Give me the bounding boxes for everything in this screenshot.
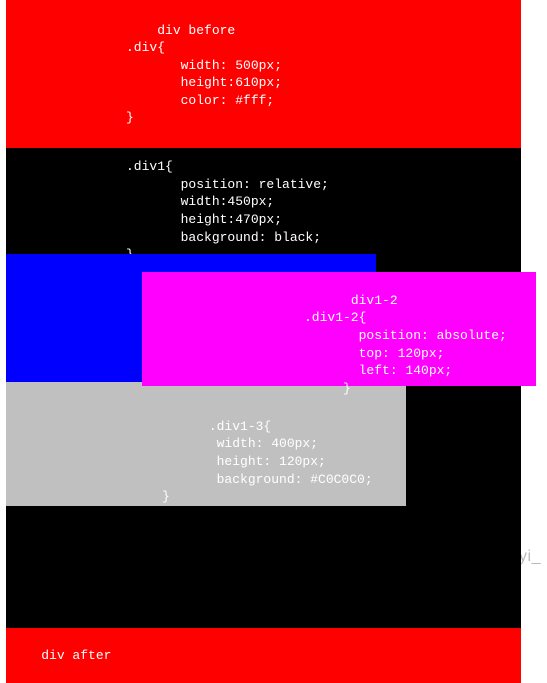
div-after-red-bar: div after xyxy=(6,628,521,683)
div-before-code-text: div before .div{ width: 500px; height:61… xyxy=(126,23,282,126)
div-after-label: div after xyxy=(41,648,111,663)
div1-3-gray-block: .div1-3{ width: 400px; height: 120px; ba… xyxy=(6,382,406,506)
div-before-red-block: div before .div{ width: 500px; height:61… xyxy=(6,0,521,148)
div1-2-magenta-block: div1-2 .div1-2{ position: absolute; top:… xyxy=(142,272,536,386)
div1-2-code-text: div1-2 .div1-2{ position: absolute; top:… xyxy=(304,293,507,396)
div1-3-code-text: .div1-3{ width: 400px; height: 120px; ba… xyxy=(162,419,373,504)
div1-black-container: .div1{ position: relative; width:450px; … xyxy=(6,148,521,628)
